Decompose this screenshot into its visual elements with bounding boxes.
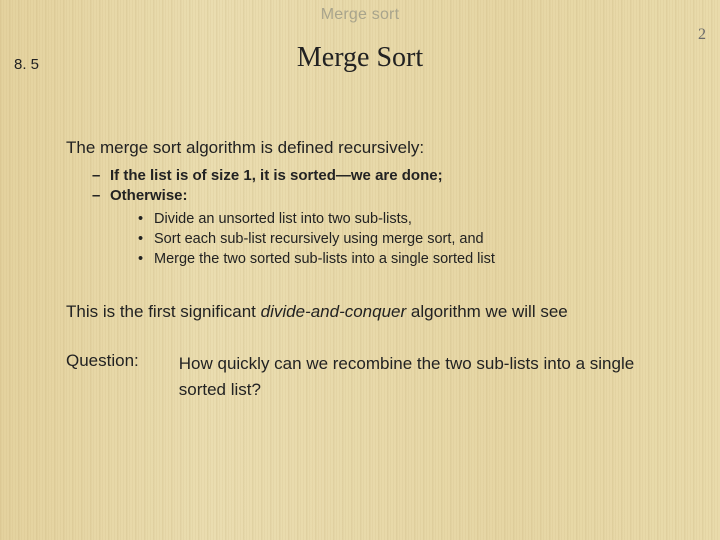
text-run: This is the first significant [66, 302, 261, 321]
slide: Merge sort 2 8. 5 Merge Sort The merge s… [0, 0, 720, 540]
slide-body: The merge sort algorithm is defined recu… [66, 138, 680, 402]
slide-title: Merge Sort [0, 42, 720, 74]
dash-list: If the list is of size 1, it is sorted—w… [92, 167, 680, 206]
question-text: How quickly can we recombine the two sub… [179, 351, 680, 402]
divide-and-conquer-sentence: This is the first significant divide-and… [66, 302, 680, 323]
lead-sentence: The merge sort algorithm is defined recu… [66, 138, 680, 159]
dash-item: Otherwise: [92, 187, 680, 205]
question-block: Question: How quickly can we recombine t… [66, 351, 680, 402]
bullet-list: Divide an unsorted list into two sub-lis… [138, 211, 680, 268]
text-run: algorithm we will see [406, 302, 568, 321]
header-kicker: Merge sort [0, 6, 720, 24]
bullet-item: Merge the two sorted sub-lists into a si… [138, 251, 680, 269]
emphasis: divide-and-conquer [261, 302, 407, 321]
dash-item: If the list is of size 1, it is sorted—w… [92, 167, 680, 185]
bullet-item: Divide an unsorted list into two sub-lis… [138, 211, 680, 229]
question-label: Question: [66, 351, 139, 402]
bullet-item: Sort each sub-list recursively using mer… [138, 231, 680, 249]
